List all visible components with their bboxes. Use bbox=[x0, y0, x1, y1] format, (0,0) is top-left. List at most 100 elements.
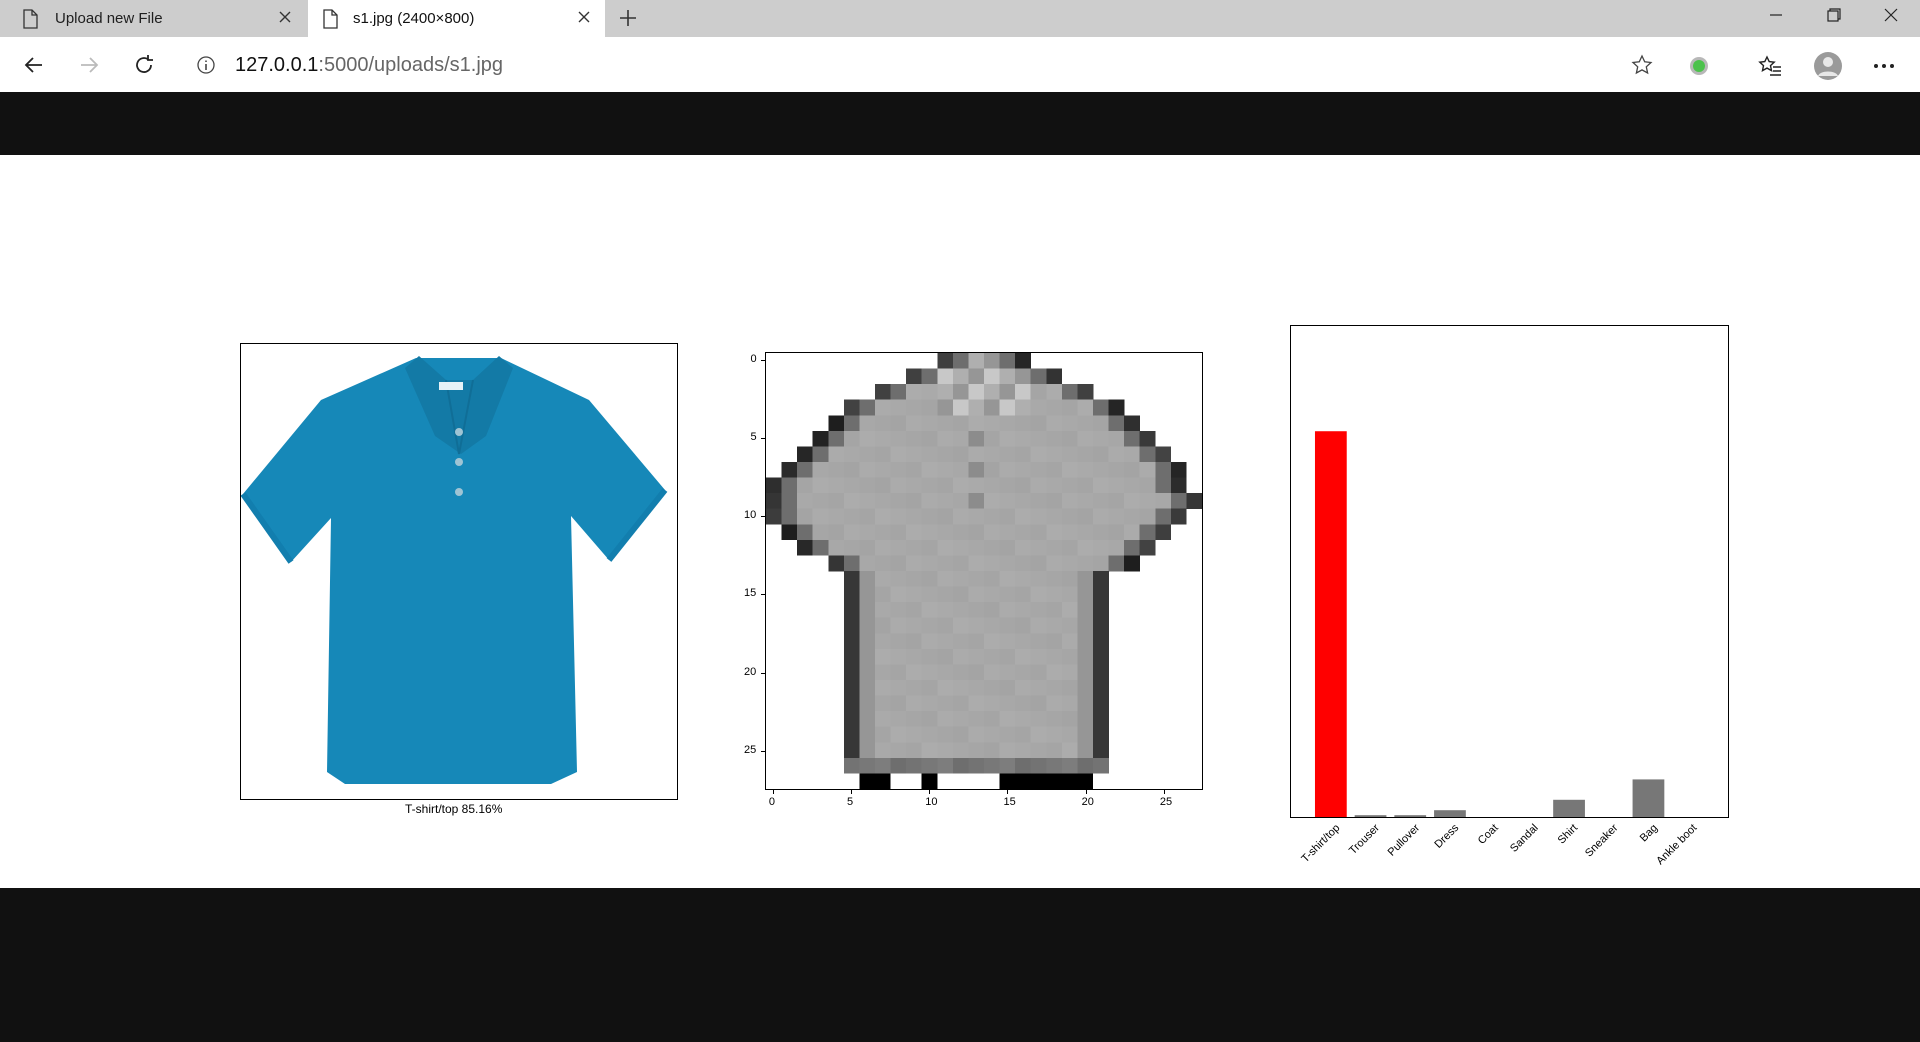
pixel bbox=[1077, 695, 1094, 712]
address-bar[interactable]: 127.0.0.1:5000/uploads/s1.jpg bbox=[180, 47, 1663, 83]
pixel bbox=[1155, 477, 1172, 494]
pixel bbox=[1139, 430, 1156, 447]
y-tick-mark bbox=[761, 359, 765, 361]
pixel bbox=[1093, 524, 1109, 541]
pixel bbox=[906, 757, 923, 774]
pixel bbox=[1077, 555, 1094, 572]
bar-trouser bbox=[1354, 815, 1387, 817]
pixel bbox=[1077, 726, 1094, 743]
pixel bbox=[1046, 602, 1063, 619]
pixel bbox=[906, 384, 923, 401]
pixel bbox=[999, 415, 1016, 432]
pixel bbox=[1077, 711, 1094, 728]
pixel bbox=[968, 680, 985, 696]
plus-icon[interactable] bbox=[616, 6, 640, 30]
pixel bbox=[1077, 648, 1094, 665]
pixel bbox=[875, 602, 891, 619]
pixel bbox=[1030, 430, 1047, 447]
minimize-icon[interactable] bbox=[1747, 0, 1805, 30]
pixel bbox=[843, 539, 860, 556]
pixel bbox=[781, 462, 798, 478]
pixel bbox=[937, 648, 954, 665]
pixel bbox=[999, 384, 1016, 401]
tab-upload-new-file[interactable]: Upload new File bbox=[0, 0, 306, 37]
close-icon[interactable] bbox=[577, 10, 591, 29]
pixel bbox=[843, 524, 860, 541]
pixel bbox=[859, 726, 876, 743]
tab-s1-jpg[interactable]: s1.jpg (2400×800) bbox=[308, 0, 605, 37]
forward-icon[interactable] bbox=[69, 45, 109, 85]
back-icon[interactable] bbox=[14, 45, 54, 85]
pixel bbox=[999, 493, 1016, 510]
favorites-icon[interactable] bbox=[1757, 53, 1783, 79]
pixel bbox=[921, 555, 938, 572]
refresh-icon[interactable] bbox=[124, 45, 164, 85]
pixel bbox=[1015, 680, 1032, 696]
x-tick-label: 25 bbox=[1159, 796, 1173, 808]
pixel bbox=[1015, 415, 1032, 432]
pixel bbox=[937, 742, 954, 759]
pixel bbox=[1030, 680, 1047, 696]
pixel bbox=[828, 539, 845, 556]
pixel bbox=[875, 399, 891, 416]
pixel bbox=[952, 742, 969, 759]
pixel bbox=[999, 508, 1016, 525]
pixel bbox=[1108, 555, 1125, 572]
pixel bbox=[999, 726, 1016, 743]
x-tick-label: 15 bbox=[1003, 796, 1016, 808]
pixel bbox=[890, 430, 907, 447]
pixel bbox=[906, 399, 923, 416]
pixel bbox=[859, 633, 876, 650]
pixel bbox=[1093, 602, 1109, 619]
pixel bbox=[890, 617, 907, 634]
star-icon[interactable] bbox=[1631, 54, 1653, 81]
x-tick-label: 10 bbox=[925, 796, 938, 808]
pixel bbox=[921, 695, 938, 712]
pixel bbox=[1093, 586, 1109, 603]
pixel bbox=[1093, 493, 1109, 510]
pixel bbox=[952, 726, 969, 743]
pixel bbox=[921, 368, 938, 385]
close-icon[interactable] bbox=[278, 10, 292, 29]
profile-icon[interactable] bbox=[1813, 51, 1843, 81]
pixel bbox=[1015, 726, 1032, 743]
pixel bbox=[952, 602, 969, 619]
y-tick-mark bbox=[761, 594, 765, 596]
pixel bbox=[999, 524, 1016, 541]
pixel bbox=[921, 680, 938, 696]
pixel bbox=[921, 726, 938, 743]
info-icon[interactable] bbox=[196, 55, 216, 80]
pixel bbox=[968, 555, 985, 572]
pixel bbox=[906, 602, 923, 619]
url-text[interactable]: 127.0.0.1:5000/uploads/s1.jpg bbox=[235, 54, 503, 77]
pixel bbox=[1030, 711, 1047, 728]
pixel bbox=[812, 477, 829, 494]
restore-icon[interactable] bbox=[1805, 0, 1863, 30]
close-window-icon[interactable] bbox=[1862, 0, 1920, 30]
pixel bbox=[1155, 462, 1172, 478]
pixel bbox=[859, 508, 876, 525]
pixel bbox=[859, 571, 876, 587]
extension-icon[interactable] bbox=[1686, 53, 1712, 79]
pixel bbox=[1015, 602, 1032, 619]
pixel bbox=[952, 664, 969, 681]
pixel bbox=[890, 664, 907, 681]
bar-chart-svg bbox=[1314, 431, 1665, 817]
pixel bbox=[797, 508, 814, 525]
pixel bbox=[999, 648, 1016, 665]
more-icon[interactable] bbox=[1871, 53, 1897, 79]
pixel bbox=[1139, 477, 1156, 494]
pixel bbox=[1046, 430, 1063, 447]
pixel bbox=[1124, 462, 1141, 478]
pixel bbox=[1030, 415, 1047, 432]
pixel bbox=[1046, 368, 1063, 385]
pixel bbox=[984, 695, 1000, 712]
pixel bbox=[921, 477, 938, 494]
pixel bbox=[906, 446, 923, 463]
pixel bbox=[937, 384, 954, 401]
pixel bbox=[984, 571, 1000, 587]
pixel bbox=[797, 493, 814, 510]
probability-bar-chart bbox=[1290, 325, 1729, 818]
pixel bbox=[1093, 446, 1109, 463]
x-tick-mark bbox=[1007, 790, 1009, 794]
